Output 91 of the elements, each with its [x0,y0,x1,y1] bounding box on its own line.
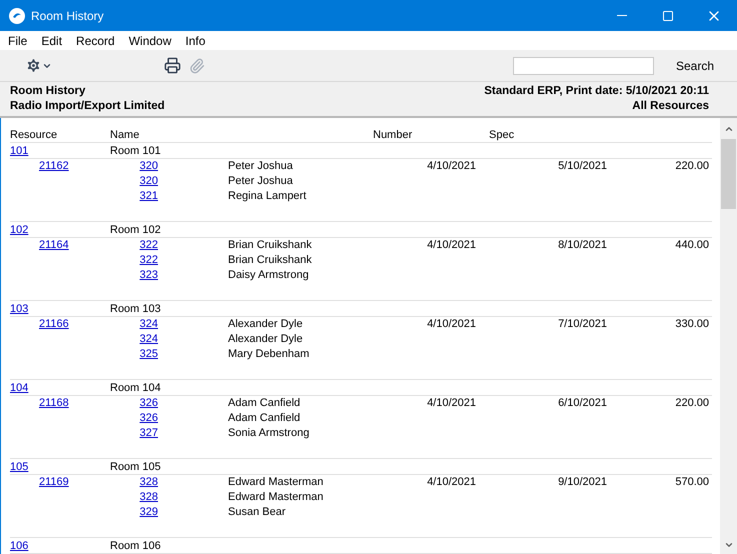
departure-date: 7/10/2021 [558,318,607,330]
guest-number-link[interactable]: 327 [140,427,158,439]
guest-name: Brian Cruikshank [228,254,312,266]
guest-number-link[interactable]: 324 [140,333,158,345]
departure-date: 8/10/2021 [558,239,607,251]
guest-number-link[interactable]: 326 [140,397,158,409]
print-button[interactable] [164,57,181,74]
report-title: Room History [10,84,86,99]
guest-number-link[interactable]: 322 [140,239,158,251]
settings-menu-button[interactable] [25,57,52,74]
guest-name: Edward Masterman [228,491,324,503]
reservation-link[interactable]: 21169 [39,476,69,488]
resource-link[interactable]: 101 [10,145,28,157]
menu-item[interactable]: Info [178,32,212,50]
guest-name: Edward Masterman [228,476,324,488]
guest-number-link[interactable]: 322 [140,254,158,266]
guest-number-link[interactable]: 329 [140,506,158,518]
arrival-date: 4/10/2021 [427,160,476,172]
resource-link[interactable]: 102 [10,224,28,236]
attach-button[interactable] [189,58,205,74]
selection-label: All Resources [632,99,709,114]
departure-date: 6/10/2021 [558,397,607,409]
guest-name: Alexander Dyle [228,333,303,345]
guest-name: Susan Bear [228,506,286,518]
arrival-date: 4/10/2021 [427,397,476,409]
amount: 220.00 [675,160,709,172]
guest-name: Sonia Armstrong [228,427,310,439]
guest-number-link[interactable]: 324 [140,318,158,330]
menu-item[interactable]: Window [122,32,178,50]
arrival-date: 4/10/2021 [427,318,476,330]
search-field[interactable] [512,56,654,74]
resource-link[interactable]: 104 [10,382,28,394]
menu-item[interactable]: Record [69,32,122,50]
column-header: Name [110,128,140,142]
resource-name: Room 101 [110,144,161,158]
resource-name: Room 104 [110,381,161,395]
guest-name: Brian Cruikshank [228,239,312,251]
scroll-down-icon [724,540,734,550]
amount: 330.00 [675,318,709,330]
scroll-up-icon [724,124,734,134]
search-button[interactable]: Search [676,56,714,74]
reservation-link[interactable]: 21164 [39,239,69,251]
guest-number-link[interactable]: 325 [140,348,158,360]
guest-number-link[interactable]: 328 [140,491,158,503]
guest-number-link[interactable]: 326 [140,412,158,424]
minimize-icon [617,15,627,16]
amount: 570.00 [675,476,709,488]
window-title: Room History [31,8,104,24]
print-info: Standard ERP, Print date: 5/10/2021 20:11 [484,84,709,99]
guest-name: Regina Lampert [228,190,306,202]
amount: 220.00 [675,397,709,409]
guest-number-link[interactable]: 328 [140,476,158,488]
departure-date: 5/10/2021 [558,160,607,172]
resource-link[interactable]: 103 [10,303,28,315]
guest-name: Peter Joshua [228,160,293,172]
menu-item[interactable]: File [0,32,34,50]
resource-name: Room 103 [110,302,161,316]
printer-icon [164,57,181,74]
departure-date: 9/10/2021 [558,476,607,488]
guest-name: Peter Joshua [228,175,293,187]
settings-icon [25,57,42,74]
reservation-link[interactable]: 21162 [39,160,69,172]
amount: 440.00 [675,239,709,251]
guest-name: Daisy Armstrong [228,269,309,281]
scrollbar[interactable] [720,118,737,554]
guest-name: Alexander Dyle [228,318,303,330]
column-header: Resource [10,128,58,142]
column-header: Number [373,128,414,142]
resource-name: Room 106 [110,539,161,553]
paperclip-icon [189,58,205,74]
company-name: Radio Import/Export Limited [10,99,165,114]
column-header: Spec [489,128,516,142]
maximize-icon [662,10,674,22]
guest-number-link[interactable]: 320 [140,175,158,187]
reservation-link[interactable]: 21166 [39,318,69,330]
guest-name: Adam Canfield [228,412,300,424]
resource-link[interactable]: 106 [10,540,28,552]
resource-link[interactable]: 105 [10,461,28,473]
guest-number-link[interactable]: 321 [140,190,158,202]
guest-number-link[interactable]: 320 [140,160,158,172]
guest-name: Mary Debenham [228,348,310,360]
scrollbar-thumb[interactable] [721,139,736,209]
guest-name: Adam Canfield [228,397,300,409]
reservation-link[interactable]: 21168 [39,397,69,409]
menu-item[interactable]: Edit [34,32,70,50]
app-logo-icon [9,8,25,24]
arrival-date: 4/10/2021 [427,476,476,488]
guest-number-link[interactable]: 323 [140,269,158,281]
resource-name: Room 102 [110,223,161,237]
resource-name: Room 105 [110,460,161,474]
arrival-date: 4/10/2021 [427,239,476,251]
